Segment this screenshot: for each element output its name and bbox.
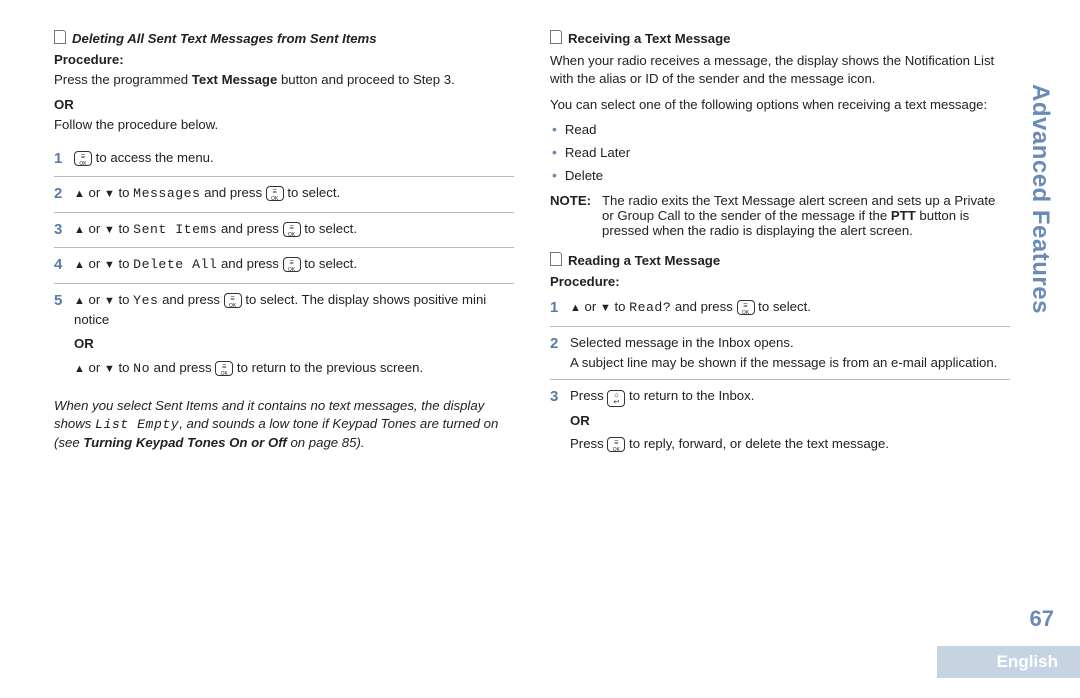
options-list: Read Read Later Delete — [552, 121, 1010, 183]
up-arrow-icon: ▲ — [74, 363, 85, 375]
or-divider: OR — [74, 334, 514, 354]
reading-steps: 1 ▲ or ▼ to Read? and press to select. 2… — [550, 291, 1010, 460]
intro2: Follow the procedure below. — [54, 116, 514, 134]
option-delete: Delete — [552, 167, 1010, 183]
down-arrow-icon: ▼ — [104, 224, 115, 236]
up-arrow-icon: ▲ — [74, 224, 85, 236]
up-arrow-icon: ▲ — [570, 302, 581, 314]
receiving-p2: You can select one of the following opti… — [550, 96, 1010, 114]
ok-button-icon — [266, 186, 284, 201]
step-5: 5 ▲ or ▼ to Yes and press to select. The… — [54, 284, 514, 385]
document-icon — [550, 252, 562, 266]
receiving-p1: When your radio receives a message, the … — [550, 52, 1010, 88]
ok-button-icon — [283, 222, 301, 237]
ok-button-icon — [607, 437, 625, 452]
section-tab: Advanced Features — [1026, 84, 1054, 314]
document-icon — [550, 30, 562, 44]
read-step-2: 2 Selected message in the Inbox opens. A… — [550, 327, 1010, 380]
ok-button-icon — [283, 257, 301, 272]
heading-receiving: Receiving a Text Message — [550, 30, 1010, 46]
procedure-label: Procedure: — [550, 274, 1010, 289]
step-2: 2 ▲ or ▼ to Messages and press to select… — [54, 177, 514, 213]
procedure-label: Procedure: — [54, 52, 514, 67]
down-arrow-icon: ▼ — [104, 295, 115, 307]
ok-button-icon — [215, 361, 233, 376]
ok-button-icon — [74, 151, 92, 166]
heading-delete-all: Deleting All Sent Text Messages from Sen… — [54, 30, 514, 46]
step-1: 1 to access the menu. — [54, 142, 514, 178]
read-step-3: 3 Press to return to the Inbox. OR Press… — [550, 380, 1010, 461]
steps-list: 1 to access the menu. 2 ▲ or ▼ to Messag… — [54, 142, 514, 385]
step-4: 4 ▲ or ▼ to Delete All and press to sele… — [54, 248, 514, 284]
down-arrow-icon: ▼ — [104, 188, 115, 200]
or-divider: OR — [54, 97, 514, 112]
down-arrow-icon: ▼ — [104, 363, 115, 375]
note-body: The radio exits the Text Message alert s… — [602, 193, 1010, 238]
ok-button-icon — [224, 293, 242, 308]
step-3: 3 ▲ or ▼ to Sent Items and press to sele… — [54, 213, 514, 249]
heading-reading: Reading a Text Message — [550, 252, 1010, 268]
back-button-icon — [607, 390, 625, 407]
left-column: Deleting All Sent Text Messages from Sen… — [54, 30, 514, 460]
intro-paragraph: Press the programmed Text Message button… — [54, 71, 514, 89]
option-read-later: Read Later — [552, 144, 1010, 160]
language-tab: English — [937, 646, 1080, 678]
up-arrow-icon: ▲ — [74, 259, 85, 271]
down-arrow-icon: ▼ — [104, 259, 115, 271]
or-divider: OR — [570, 411, 1010, 431]
right-column: Receiving a Text Message When your radio… — [550, 30, 1010, 460]
up-arrow-icon: ▲ — [74, 295, 85, 307]
ok-button-icon — [737, 300, 755, 315]
page-number: 67 — [1030, 606, 1054, 632]
footnote: When you select Sent Items and it contai… — [54, 397, 514, 453]
option-read: Read — [552, 121, 1010, 137]
up-arrow-icon: ▲ — [74, 188, 85, 200]
note: NOTE: The radio exits the Text Message a… — [550, 193, 1010, 238]
read-step-1: 1 ▲ or ▼ to Read? and press to select. — [550, 291, 1010, 327]
document-icon — [54, 30, 66, 44]
down-arrow-icon: ▼ — [600, 302, 611, 314]
